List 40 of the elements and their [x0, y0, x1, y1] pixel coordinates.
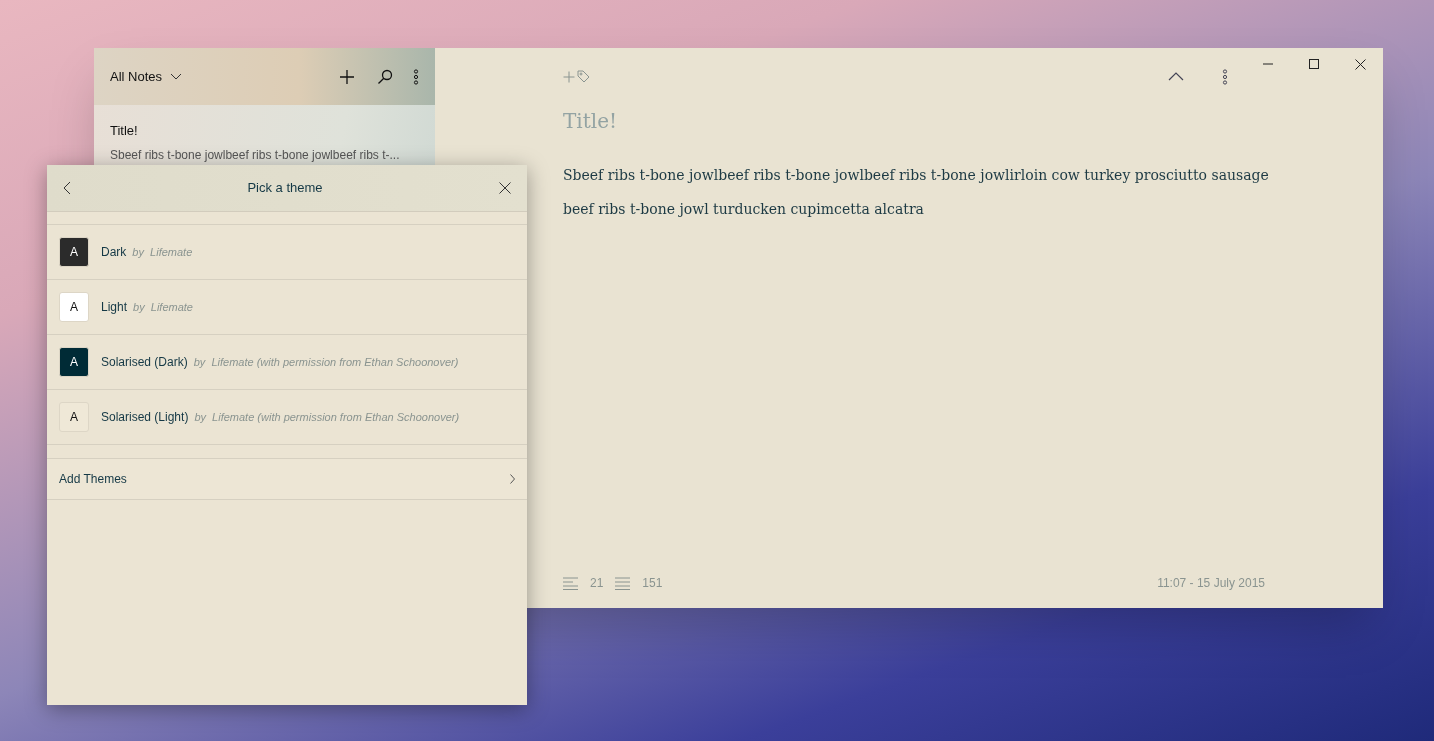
note-body[interactable]: Sbeef ribs t-bone jowlbeef ribs t-bone jowlbeef ribs t-bone jowlirloin cow turkey prosciutto sausage beef ribs t-bone jowl turducken cupimcetta alcatra: [563, 158, 1283, 226]
more-options-icon[interactable]: [1222, 68, 1228, 85]
words-count-icon: [615, 576, 631, 590]
note-item-preview: Sbeef ribs t-bone jowlbeef ribs t-bone jowlbeef ribs t-...: [110, 147, 401, 163]
theme-author: by Lifemate (with permission from Ethan Schoonover): [193, 354, 459, 370]
collapse-icon[interactable]: [1168, 72, 1184, 81]
word-count: 151: [642, 575, 663, 592]
more-options-icon[interactable]: [413, 68, 419, 85]
theme-item[interactable]: A Dark by Lifemate: [47, 225, 527, 280]
search-icon[interactable]: [377, 68, 393, 85]
back-icon[interactable]: [63, 181, 71, 195]
chevron-down-icon: [170, 72, 183, 81]
theme-name: Solarised (Light): [101, 409, 189, 426]
lines-count-icon: [563, 576, 578, 590]
theme-item[interactable]: A Solarised (Dark) by Lifemate (with permission from Ethan Schoonover): [47, 335, 527, 390]
theme-item[interactable]: A Light by Lifemate: [47, 280, 527, 335]
note-item-title: Title!: [110, 123, 139, 139]
close-icon: [1354, 58, 1366, 70]
add-note-icon[interactable]: [339, 68, 355, 85]
maximize-icon: [1309, 59, 1319, 69]
filter-dropdown[interactable]: All Notes: [110, 66, 183, 87]
timestamp: 11:07 - 15 July 2015: [1157, 575, 1265, 592]
theme-item[interactable]: A Solarised (Light) by Lifemate (with permission from Ethan Schoonover): [47, 390, 527, 445]
theme-author: by Lifemate: [133, 299, 193, 315]
theme-name: Light: [101, 299, 128, 316]
theme-swatch: A: [59, 402, 89, 432]
theme-name: Solarised (Dark): [101, 354, 188, 371]
plus-icon: [563, 70, 575, 83]
dialog-title: Pick a theme: [246, 179, 324, 198]
theme-name: Dark: [101, 244, 127, 261]
tag-icon: [577, 70, 590, 83]
theme-swatch: A: [59, 292, 89, 322]
line-count: 21: [590, 575, 604, 592]
theme-swatch: A: [59, 347, 89, 377]
chevron-right-icon: [510, 474, 515, 484]
theme-author: by Lifemate (with permission from Ethan Schoonover): [194, 409, 460, 425]
add-themes-item[interactable]: Add Themes: [47, 458, 527, 500]
theme-swatch: A: [59, 237, 89, 267]
close-icon[interactable]: [499, 182, 511, 194]
theme-author: by Lifemate: [132, 244, 193, 260]
